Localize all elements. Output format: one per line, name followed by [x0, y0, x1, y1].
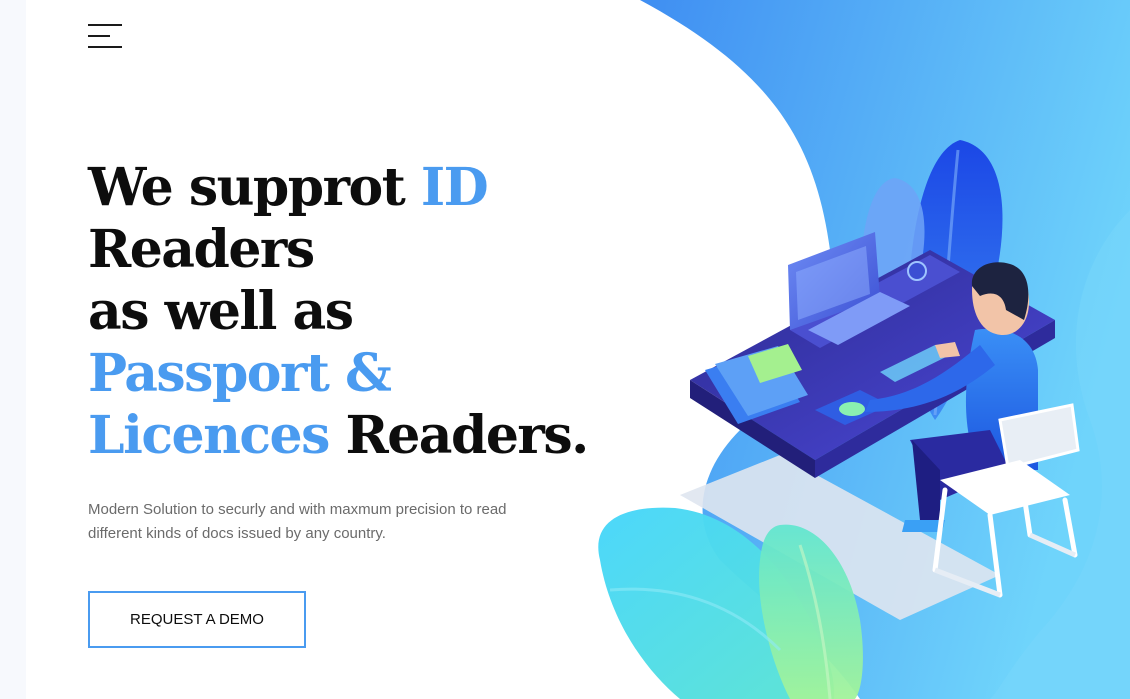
hero-subtitle: Modern Solution to securly and with maxm… — [88, 501, 507, 542]
menu-line-middle — [88, 35, 110, 37]
menu-line-top — [88, 24, 122, 26]
headline-line-5: Licences Readers. — [88, 405, 589, 467]
headline-line-1: We supprot ID — [88, 157, 588, 219]
menu-line-bottom — [88, 46, 122, 48]
headline-line-3: as well as — [88, 281, 354, 342]
headline-accent-passport: Passport & — [88, 343, 392, 404]
hamburger-menu-icon[interactable] — [88, 24, 122, 50]
headline-accent-id: ID — [420, 157, 489, 218]
request-demo-button[interactable]: REQUEST A DEMO — [88, 591, 306, 648]
headline-line-2: Readers — [88, 219, 315, 280]
headline-text: We supprot — [88, 157, 421, 218]
headline-text-readers: Readers. — [328, 405, 589, 466]
headline-accent-licences: Licences — [88, 405, 330, 466]
hero-headline: We supprot ID Readers as well as Passpor… — [88, 157, 589, 467]
